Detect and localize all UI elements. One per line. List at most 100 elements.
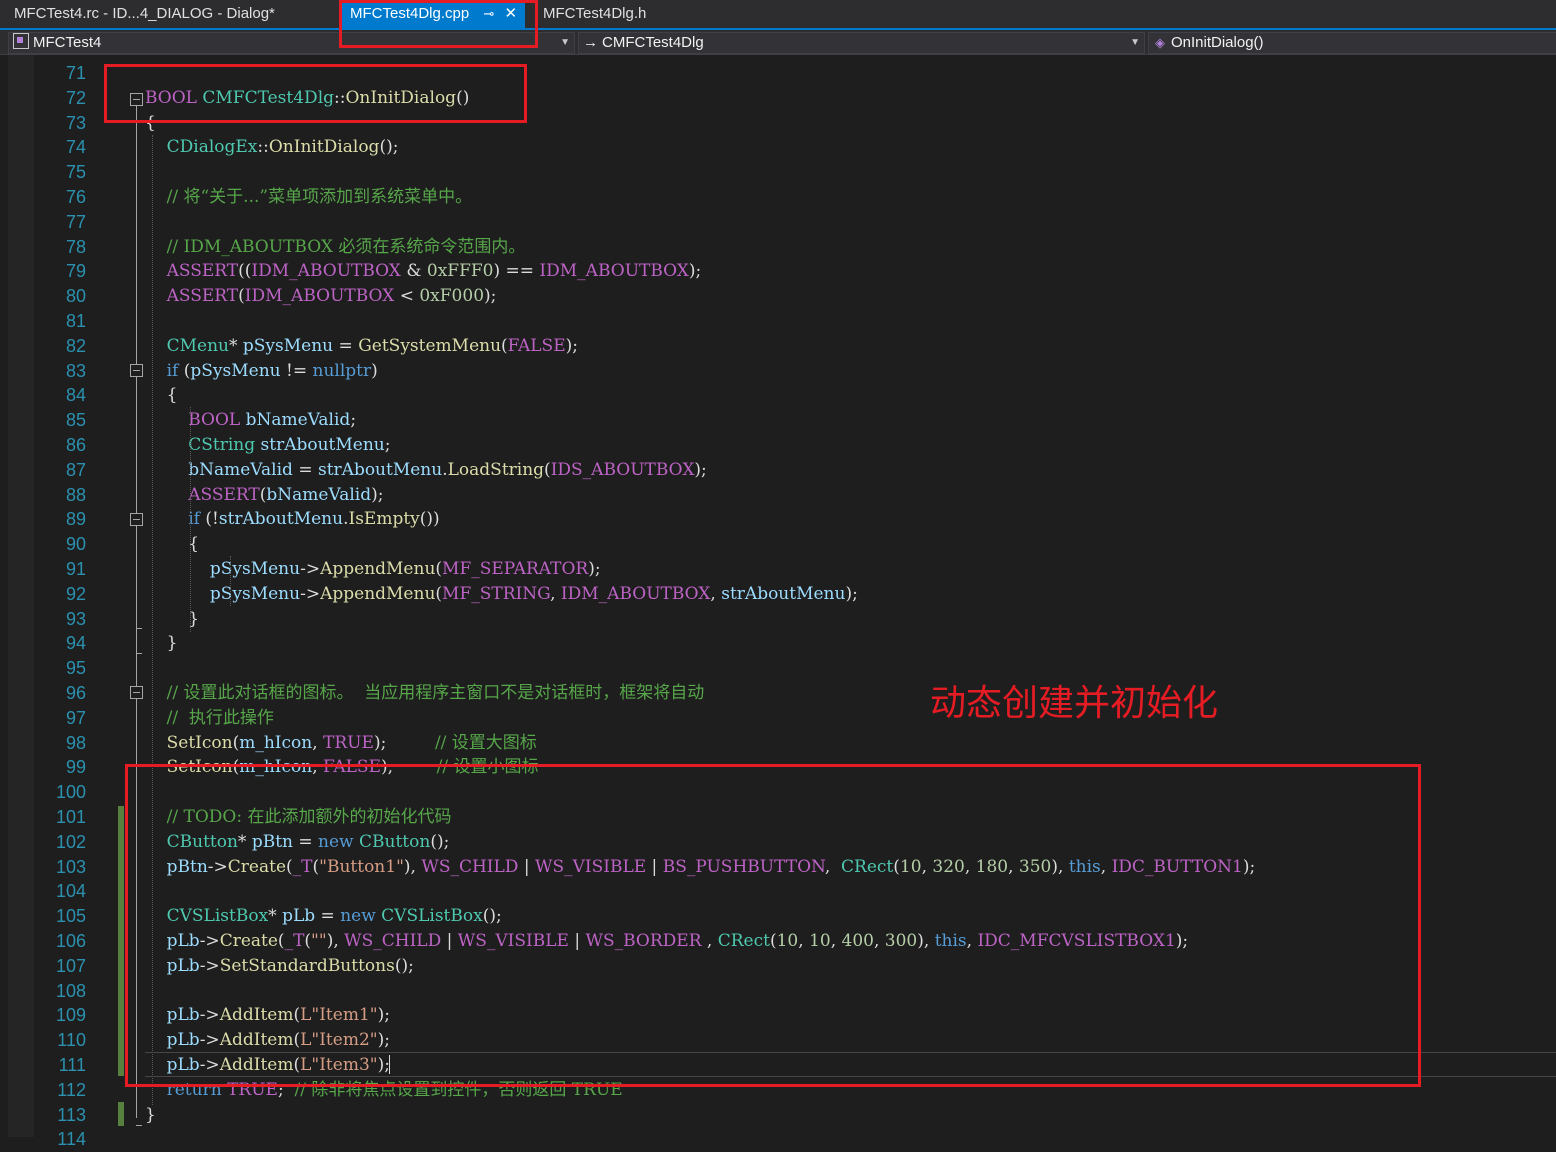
class-dropdown[interactable]: → CMFCTest4Dlg ▼ (578, 32, 1145, 54)
code-token: LoadString (447, 459, 545, 480)
line-number: 89 (65, 509, 86, 530)
code-line[interactable]: 74 CDialogEx::OnInitDialog(); (0, 135, 1556, 160)
code-line[interactable]: 79 ASSERT((IDM_ABOUTBOX & 0xFFF0) == IDM… (0, 259, 1556, 284)
code-token: -> (300, 559, 321, 579)
line-number: 74 (65, 137, 86, 158)
code-line[interactable]: 82 CMenu* pSysMenu = GetSystemMenu(FALSE… (0, 334, 1556, 359)
code-line[interactable]: 87 bNameValid = strAboutMenu.LoadString(… (0, 458, 1556, 483)
line-number: 108 (55, 980, 86, 1001)
code-token: ( (178, 360, 191, 381)
tab-rc-dialog[interactable]: MFCTest4.rc - ID...4_DIALOG - Dialog* (6, 0, 283, 28)
code-line[interactable]: 97 // 执行此操作 (0, 706, 1556, 731)
code-line[interactable]: 98 SetIcon(m_hIcon, TRUE); // 设置大图标 (0, 731, 1556, 756)
code-line[interactable]: 114 (0, 1127, 1556, 1152)
code-token: ) == (493, 261, 540, 282)
line-number: 84 (65, 385, 86, 406)
tab-dlg-h[interactable]: MFCTest4Dlg.h (535, 0, 654, 28)
code-line[interactable]: 96 // 设置此对话框的图标。 当应用程序主窗口不是对话框时，框架将自动 (0, 681, 1556, 706)
line-number: 104 (55, 881, 86, 902)
code-text: // IDM_ABOUTBOX 必须在系统命令范围内。 (145, 235, 526, 260)
code-line[interactable]: 81 (0, 309, 1556, 334)
code-line[interactable]: 78 // IDM_ABOUTBOX 必须在系统命令范围内。 (0, 235, 1556, 260)
code-token: OnInitDialog (268, 137, 380, 158)
code-line[interactable]: 93 } (0, 607, 1556, 632)
project-name: MFCTest4 (33, 34, 102, 51)
line-number: 75 (65, 162, 86, 183)
code-token: // 设置大图标 (434, 732, 537, 753)
collapse-icon[interactable] (130, 686, 143, 699)
code-token: 0xFFF0 (426, 261, 494, 282)
line-number: 95 (65, 658, 86, 679)
code-token: ASSERT (166, 261, 239, 282)
code-token: IDM_ABOUTBOX (244, 286, 395, 307)
collapse-icon[interactable] (130, 513, 143, 526)
code-text: } (145, 1103, 156, 1128)
code-token: CString (188, 435, 256, 455)
highlight-box-tab (339, 0, 538, 48)
code-token: * (229, 335, 243, 356)
line-number: 90 (65, 534, 86, 555)
tab-label: MFCTest4.rc - ID...4_DIALOG - Dialog* (14, 5, 275, 22)
outline-end-tick (136, 653, 142, 654)
class-name: CMFCTest4Dlg (602, 34, 704, 51)
code-token: MF_STRING (442, 583, 551, 604)
code-line[interactable]: 86 CString strAboutMenu; (0, 433, 1556, 458)
code-token: ); (845, 583, 858, 604)
code-token: ); (588, 559, 601, 579)
code-line[interactable]: 90 { (0, 532, 1556, 557)
code-token: , (710, 583, 722, 604)
code-line[interactable]: 113} (0, 1103, 1556, 1128)
code-token: ); (484, 286, 497, 307)
code-line[interactable]: 91 pSysMenu->AppendMenu(MF_SEPARATOR); (0, 557, 1556, 582)
code-line[interactable]: 94 } (0, 631, 1556, 656)
code-line[interactable]: 84 { (0, 383, 1556, 408)
code-token: { (145, 385, 178, 406)
code-token: nullptr (312, 360, 372, 381)
code-token: ; (384, 435, 391, 455)
code-line[interactable]: 89 if (!strAboutMenu.IsEmpty()) (0, 507, 1556, 532)
code-token: ; (350, 410, 357, 431)
line-number: 71 (65, 63, 86, 83)
code-token: ); (565, 335, 578, 356)
code-text: pSysMenu->AppendMenu(MF_STRING, IDM_ABOU… (145, 582, 858, 607)
code-text: bNameValid = strAboutMenu.LoadString(IDS… (145, 458, 707, 483)
code-line[interactable]: 95 (0, 656, 1556, 681)
code-token: m_hIcon (239, 732, 313, 753)
code-line[interactable]: 80 ASSERT(IDM_ABOUTBOX < 0xF000); (0, 284, 1556, 309)
code-line[interactable]: 76 // 将“关于...”菜单项添加到系统菜单中。 (0, 185, 1556, 210)
line-number: 99 (65, 757, 86, 778)
code-text: // 设置此对话框的图标。 当应用程序主窗口不是对话框时，框架将自动 (145, 681, 705, 706)
code-token: // 设置此对话框的图标。 当应用程序主窗口不是对话框时，框架将自动 (145, 683, 705, 703)
code-token: ); (373, 732, 435, 753)
annotation-text: 动态创建并初始化 (930, 683, 1219, 724)
code-line[interactable]: 88 ASSERT(bNameValid); (0, 483, 1556, 508)
code-token: ); (371, 484, 384, 505)
member-dropdown[interactable]: ◈ OnInitDialog() (1148, 32, 1556, 54)
line-number: 79 (65, 261, 86, 282)
line-number: 73 (65, 112, 86, 133)
code-token: ASSERT (166, 286, 239, 307)
code-line[interactable]: 77 (0, 210, 1556, 235)
navigation-bar: MFCTest4 ▼ → CMFCTest4Dlg ▼ ◈ OnInitDialog… (0, 30, 1556, 55)
line-number: 80 (65, 286, 86, 307)
line-number: 77 (65, 211, 86, 232)
line-number: 85 (65, 410, 86, 431)
arrow-right-icon: → (583, 34, 598, 51)
code-token: if (166, 360, 179, 381)
code-token: (( (238, 261, 252, 282)
line-number: 114 (57, 1129, 86, 1150)
code-token: // 执行此操作 (145, 707, 274, 728)
code-line[interactable]: 83 if (pSysMenu != nullptr) (0, 359, 1556, 384)
code-token: ASSERT (188, 484, 260, 505)
line-number: 83 (65, 360, 86, 381)
indent-guide (230, 556, 231, 606)
code-line[interactable]: 85 BOOL bNameValid; (0, 408, 1556, 433)
code-line[interactable]: 75 (0, 160, 1556, 185)
line-number: 82 (65, 335, 86, 356)
code-line[interactable]: 92 pSysMenu->AppendMenu(MF_STRING, IDM_A… (0, 582, 1556, 607)
code-token: strAboutMenu (260, 435, 385, 455)
collapse-icon[interactable] (130, 364, 143, 377)
document-tab-bar: MFCTest4.rc - ID...4_DIALOG - Dialog* MF… (0, 0, 1556, 28)
